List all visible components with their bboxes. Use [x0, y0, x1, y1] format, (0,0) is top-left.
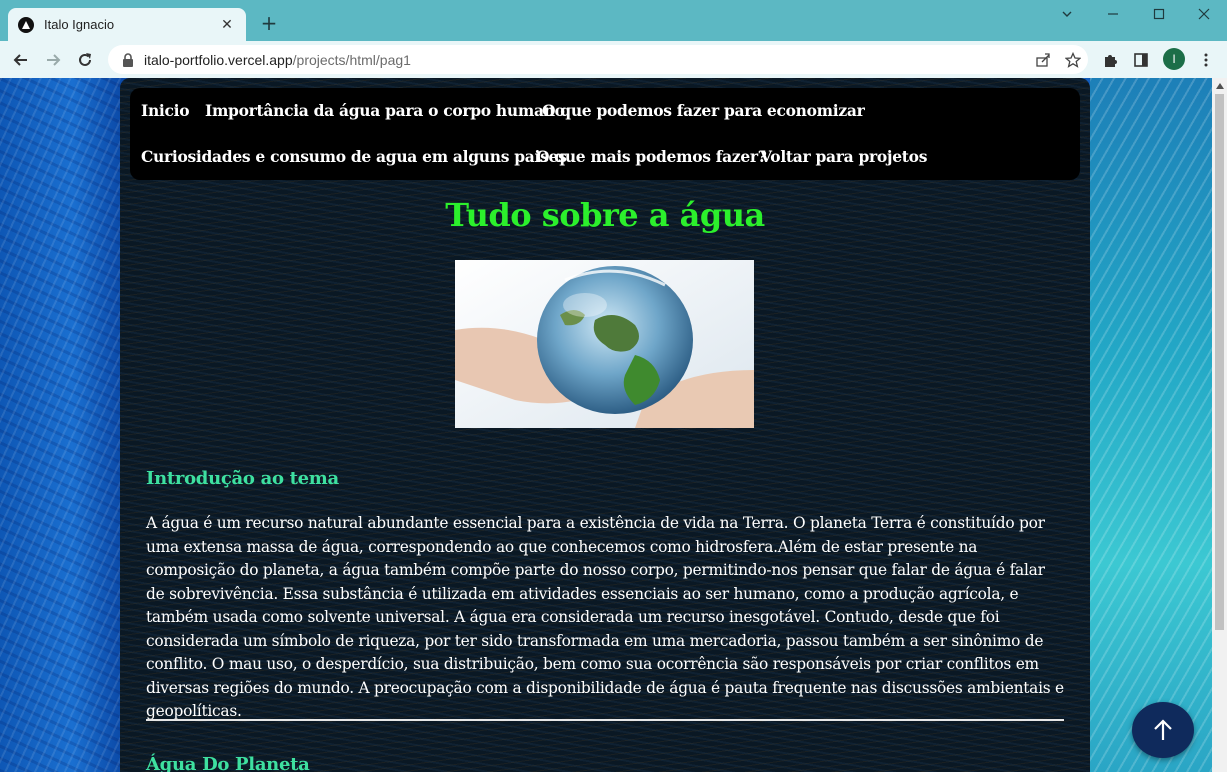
share-icon[interactable]	[1028, 48, 1058, 72]
nav-link-o-que-mais[interactable]: O que mais podemos fazer?	[536, 147, 767, 166]
tab-title: Italo Ignacio	[44, 17, 115, 32]
menu-dots-icon[interactable]	[1195, 49, 1217, 71]
maximize-icon[interactable]	[1136, 2, 1182, 26]
browser-titlebar: Italo Ignacio ✕ +	[0, 0, 1227, 41]
content-container: Inicio Importância da água para o corpo …	[120, 78, 1090, 772]
section-heading-introducao: Introdução ao tema	[146, 468, 339, 489]
tab-search-icon[interactable]	[1044, 2, 1090, 26]
profile-avatar[interactable]: I	[1163, 48, 1185, 70]
arrow-up-icon	[1154, 719, 1172, 740]
nav-link-curiosidades[interactable]: Curiosidades e consumo de agua em alguns…	[141, 147, 567, 166]
favicon-icon	[18, 16, 34, 33]
vertical-scrollbar[interactable]	[1212, 78, 1227, 772]
url-host: italo-portfolio.vercel.app	[144, 51, 293, 68]
scroll-up-arrow-icon[interactable]	[1212, 78, 1227, 93]
browser-toolbar: italo-portfolio.vercel.app/projects/html…	[0, 41, 1227, 78]
section-heading-agua-do-planeta: Água Do Planeta	[146, 754, 310, 772]
page-title: Tudo sobre a água	[445, 196, 765, 234]
section-divider	[146, 719, 1064, 721]
minimize-icon[interactable]	[1090, 2, 1136, 26]
star-icon[interactable]	[1058, 48, 1088, 72]
close-window-icon[interactable]	[1181, 2, 1227, 26]
side-panel-icon[interactable]	[1130, 49, 1152, 71]
tab-close-icon[interactable]: ✕	[218, 17, 236, 33]
address-bar[interactable]: italo-portfolio.vercel.app/projects/html…	[108, 45, 1088, 74]
scrollbar-thumb[interactable]	[1215, 94, 1224, 630]
nav-link-economizar[interactable]: O que podemos fazer para economizar	[542, 101, 865, 120]
back-to-top-button[interactable]	[1132, 702, 1194, 758]
reload-icon[interactable]	[72, 47, 98, 73]
forward-arrow-icon[interactable]	[40, 47, 66, 73]
section-text-introducao: A água é um recurso natural abundante es…	[146, 514, 1064, 720]
lock-icon	[122, 52, 134, 67]
nav-link-importancia[interactable]: Importância da água para o corpo humano	[205, 101, 565, 120]
ocean-background	[1090, 78, 1212, 772]
browser-tab[interactable]: Italo Ignacio ✕	[8, 8, 246, 41]
nav-link-voltar[interactable]: Voltar para projetos	[760, 147, 927, 166]
new-tab-button[interactable]: +	[258, 12, 280, 34]
site-navbar: Inicio Importância da água para o corpo …	[130, 88, 1080, 180]
url-path: /projects/html/pag1	[292, 51, 411, 68]
nav-link-inicio[interactable]: Inicio	[141, 101, 190, 120]
water-globe-image	[455, 260, 754, 428]
url-text: italo-portfolio.vercel.app/projects/html…	[144, 52, 1028, 68]
page-viewport: Inicio Importância da água para o corpo …	[0, 78, 1212, 772]
back-arrow-icon[interactable]	[8, 47, 34, 73]
extensions-icon[interactable]	[1099, 49, 1121, 71]
